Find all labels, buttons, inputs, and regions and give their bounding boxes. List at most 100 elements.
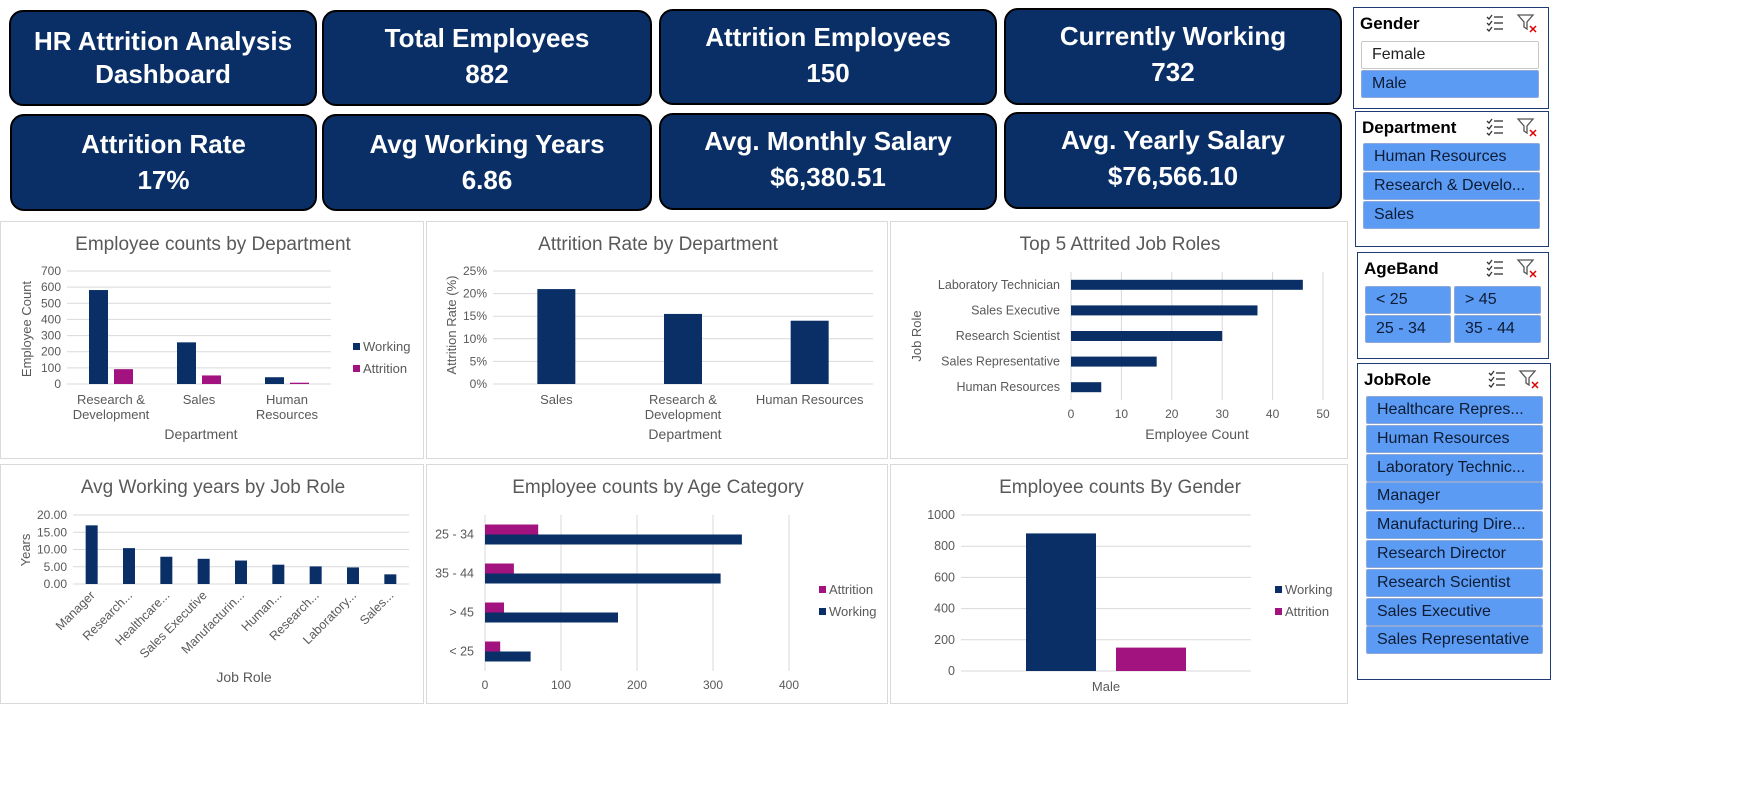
slicer-item-department[interactable]: Research & Develo... xyxy=(1363,172,1540,200)
y-category-label: > 45 xyxy=(449,606,474,620)
slicer-item-ageband[interactable]: < 25 xyxy=(1365,286,1451,314)
slicer-item-jobrole[interactable]: Manager xyxy=(1366,482,1543,511)
x-category-label: Development xyxy=(73,407,150,422)
slicer-item-jobrole[interactable]: Research Director xyxy=(1366,540,1543,568)
bar xyxy=(123,548,135,584)
kpi-label: Total Employees xyxy=(384,23,590,53)
x-axis-title: Department xyxy=(648,426,721,442)
kpi-currently-working: Currently Working 732 xyxy=(1004,8,1342,105)
y-tick-label: 0% xyxy=(470,377,488,391)
chart-title: Attrition Rate by Department xyxy=(538,234,778,255)
x-category-label: Development xyxy=(645,407,722,422)
y-tick-label: 10% xyxy=(463,332,487,346)
clear-filter-icon[interactable] xyxy=(1518,368,1540,390)
y-tick-label: 200 xyxy=(934,633,955,647)
kpi-value: 150 xyxy=(806,58,850,88)
slicer-item-jobrole[interactable]: Research Scientist xyxy=(1366,568,1543,597)
x-axis-title: Job Role xyxy=(216,669,271,685)
kpi-value: 17% xyxy=(137,165,190,195)
x-category-label: Research & xyxy=(649,392,717,407)
y-tick-label: 25% xyxy=(463,264,487,278)
y-tick-label: 20.00 xyxy=(37,508,67,522)
bar xyxy=(347,567,359,584)
slicer-item-jobrole[interactable]: Sales Executive xyxy=(1366,597,1543,626)
bar xyxy=(1071,305,1258,316)
legend-label: Attrition xyxy=(1285,604,1329,619)
dashboard-title-card: HR Attrition Analysis Dashboard xyxy=(9,10,317,106)
slicer-item-jobrole[interactable]: Manufacturing Dire... xyxy=(1366,511,1543,540)
chart-top-attrited-job-roles: Top 5 Attrited Job Roles 0 10 20 30 40 50 Labor… xyxy=(909,234,1330,442)
bar-working xyxy=(89,290,108,384)
x-axis-title: Department xyxy=(164,426,237,442)
kpi-avg-yearly-salary: Avg. Yearly Salary $76,566.10 xyxy=(1004,112,1342,209)
clear-filter-icon[interactable] xyxy=(1516,257,1538,279)
kpi-value: $6,380.51 xyxy=(770,162,886,192)
slicer-item-ageband[interactable]: 25 - 34 xyxy=(1365,315,1451,343)
y-tick-label: 1000 xyxy=(927,508,955,522)
clear-filter-icon[interactable] xyxy=(1516,116,1538,138)
x-category-label: Human xyxy=(266,392,308,407)
slicer-gender: Gender Female Male xyxy=(1353,7,1549,109)
bar xyxy=(85,525,98,584)
bar-attrition xyxy=(114,369,133,384)
slicer-item-jobrole[interactable]: Laboratory Technic... xyxy=(1366,453,1543,482)
bar-working xyxy=(485,534,742,545)
bar xyxy=(537,289,576,384)
multi-select-icon[interactable] xyxy=(1484,257,1506,279)
clear-filter-icon[interactable] xyxy=(1516,12,1538,34)
x-category-label: Sales... xyxy=(357,588,396,627)
y-tick-label: 0 xyxy=(948,664,955,678)
slicer-ageband: AgeBand < 25 > 45 25 - 34 35 - 44 xyxy=(1357,252,1549,359)
multi-select-icon[interactable] xyxy=(1486,368,1508,390)
y-tick-label: 600 xyxy=(934,570,955,584)
chart-panel-age: Employee counts by Age Category 0 100 200 30… xyxy=(426,464,888,704)
bar xyxy=(1071,382,1102,393)
x-tick-label: 300 xyxy=(703,678,723,692)
y-axis-title: Job Role xyxy=(909,310,924,361)
slicer-item-jobrole[interactable]: Human Resources xyxy=(1366,424,1543,453)
y-axis-title: Years xyxy=(18,533,33,566)
x-tick-label: 30 xyxy=(1216,407,1230,421)
kpi-attrition-rate: Attrition Rate 17% xyxy=(10,114,317,211)
slicer-item-department[interactable]: Sales xyxy=(1363,201,1540,229)
legend-swatch xyxy=(353,343,360,350)
slicer-item-ageband[interactable]: > 45 xyxy=(1454,286,1541,314)
slicer-item-gender[interactable]: Male xyxy=(1361,70,1539,98)
chart-panel-top-roles: Top 5 Attrited Job Roles 0 10 20 30 40 50 Labor… xyxy=(890,221,1348,459)
x-tick-label: 400 xyxy=(779,678,799,692)
chart-title: Employee counts by Age Category xyxy=(512,477,804,498)
legend-swatch xyxy=(1275,608,1282,615)
bar xyxy=(235,560,247,584)
multi-select-icon[interactable] xyxy=(1484,116,1506,138)
chart-panel-gender: Employee counts By Gender 0 200 400 600 800 10… xyxy=(890,464,1348,704)
dashboard-title: HR Attrition Analysis Dashboard xyxy=(33,26,293,89)
slicer-item-gender[interactable]: Female xyxy=(1361,41,1539,69)
bar xyxy=(1071,331,1223,341)
bar xyxy=(664,313,702,384)
bar-attrition xyxy=(485,641,501,652)
chart-panel-avg-years: Avg Working years by Job Role 0.00 5.00 10.… xyxy=(0,464,424,704)
bar-working xyxy=(485,651,531,662)
x-tick-label: 0 xyxy=(1068,407,1075,421)
legend-swatch xyxy=(1275,586,1282,593)
slicer-jobrole: JobRole Healthcare Repres... Human Resourc… xyxy=(1357,363,1551,680)
bar-attrition xyxy=(202,375,221,384)
x-tick-label: 100 xyxy=(551,678,571,692)
y-category-label: < 25 xyxy=(449,645,474,659)
multi-select-icon[interactable] xyxy=(1484,12,1506,34)
slicer-item-ageband[interactable]: 35 - 44 xyxy=(1454,315,1541,343)
chart-title: Employee counts By Gender xyxy=(999,477,1242,498)
chart-avg-working-years-by-job-role: Avg Working years by Job Role 0.00 5.00 10.… xyxy=(18,477,409,685)
slicer-item-jobrole[interactable]: Sales Representative xyxy=(1366,626,1543,655)
y-tick-label: 200 xyxy=(41,345,61,359)
bar-working xyxy=(265,377,284,384)
bar xyxy=(384,574,397,584)
y-category-label: Laboratory Technician xyxy=(938,278,1060,292)
y-tick-label: 5% xyxy=(470,354,488,368)
slicer-title: JobRole xyxy=(1364,370,1432,389)
y-tick-label: 600 xyxy=(41,280,61,294)
slicer-item-department[interactable]: Human Resources xyxy=(1363,143,1540,171)
bar xyxy=(197,558,210,584)
slicer-item-jobrole[interactable]: Healthcare Repres... xyxy=(1366,396,1543,424)
bar xyxy=(160,556,173,584)
